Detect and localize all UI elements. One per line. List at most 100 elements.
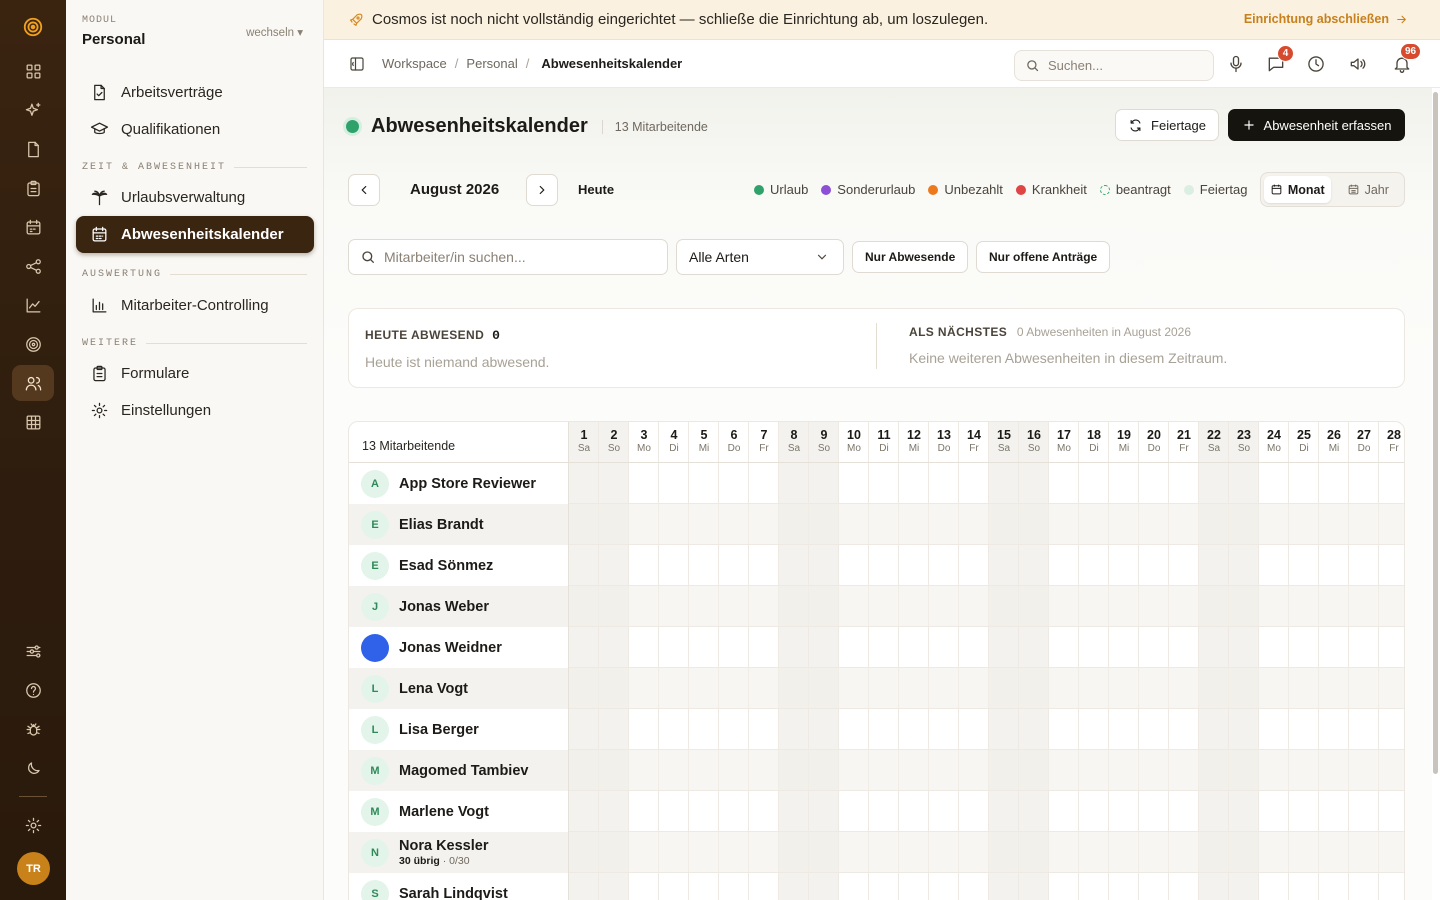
employee-cell[interactable]: A App Store Reviewer bbox=[349, 463, 569, 504]
employee-name-text: Marlene Vogt bbox=[399, 803, 489, 820]
employee-cell[interactable]: M Marlene Vogt bbox=[349, 791, 569, 832]
employee-name: App Store Reviewer bbox=[399, 476, 536, 492]
weekday-label: Sa bbox=[787, 443, 801, 454]
moon-icon[interactable] bbox=[12, 750, 54, 786]
sidebar-item-arbeitsvertraege[interactable]: Arbeitsverträge bbox=[76, 74, 314, 111]
day-header: 21 Fr bbox=[1169, 422, 1199, 463]
sidebar-item-mitarbeiter-controlling[interactable]: Mitarbeiter-Controlling bbox=[76, 287, 314, 324]
history-icon[interactable] bbox=[1306, 54, 1326, 74]
employee-avatar: S bbox=[361, 879, 389, 900]
today-absent-text: Heute ist niemand abwesend. bbox=[365, 354, 550, 370]
clipboard-icon[interactable] bbox=[12, 170, 54, 206]
weekday-label: Fr bbox=[1389, 443, 1399, 454]
global-search-input[interactable]: Suchen... bbox=[1014, 50, 1214, 81]
user-avatar[interactable]: TR bbox=[17, 852, 50, 885]
rocket-icon bbox=[350, 13, 363, 26]
employee-search-placeholder: Mitarbeiter/in suchen... bbox=[384, 249, 526, 265]
employee-cell[interactable]: S Sarah Lindqvist bbox=[349, 873, 569, 900]
grid-icon[interactable] bbox=[12, 53, 54, 89]
gear-icon[interactable] bbox=[12, 807, 54, 843]
employee-avatar bbox=[361, 633, 389, 662]
employee-row[interactable]: L Lena Vogt bbox=[349, 668, 1404, 709]
day-header: 23 So bbox=[1229, 422, 1259, 463]
employee-row[interactable]: S Sarah Lindqvist bbox=[349, 873, 1404, 900]
module-switch-button[interactable]: wechseln ▾ bbox=[246, 25, 303, 39]
bug-icon[interactable] bbox=[12, 711, 54, 747]
employee-row[interactable]: L Lisa Berger bbox=[349, 709, 1404, 750]
calendar-icon[interactable] bbox=[12, 209, 54, 245]
filter-only-absent-button[interactable]: Nur Abwesende bbox=[852, 241, 969, 273]
microphone-icon[interactable] bbox=[1226, 54, 1246, 74]
weekday-label: Mo bbox=[847, 443, 861, 454]
main-scrollbar[interactable] bbox=[1433, 92, 1438, 774]
share-icon[interactable] bbox=[12, 248, 54, 284]
sidebar-item-urlaubsverwaltung[interactable]: Urlaubsverwaltung bbox=[76, 179, 314, 216]
employee-search-input[interactable]: Mitarbeiter/in suchen... bbox=[348, 239, 668, 275]
today-absent-label: HEUTE ABWESEND bbox=[365, 328, 485, 342]
top-bar: Workspace / Personal / Abwesenheitskalen… bbox=[324, 40, 1440, 88]
main-content: Abwesenheitskalender 13 Mitarbeitende Fe… bbox=[324, 88, 1432, 900]
sidebar-item-qualifikationen[interactable]: Qualifikationen bbox=[76, 111, 314, 148]
employee-cell[interactable]: M Magomed Tambiev bbox=[349, 750, 569, 791]
day-header: 4 Di bbox=[659, 422, 689, 463]
contract-icon bbox=[94, 84, 105, 101]
employee-row[interactable]: E Esad Sönmez bbox=[349, 545, 1404, 586]
legend-label: Krankheit bbox=[1031, 182, 1087, 197]
radar-icon[interactable] bbox=[12, 326, 54, 362]
employee-row[interactable]: M Marlene Vogt bbox=[349, 791, 1404, 832]
view-month-button[interactable]: Monat bbox=[1264, 176, 1331, 203]
document-icon[interactable] bbox=[12, 131, 54, 167]
employee-cell[interactable]: L Lisa Berger bbox=[349, 709, 569, 750]
employee-row[interactable]: E Elias Brandt bbox=[349, 504, 1404, 545]
arrow-right-icon bbox=[1397, 15, 1407, 23]
employee-row[interactable]: M Magomed Tambiev bbox=[349, 750, 1404, 791]
employee-row[interactable]: A App Store Reviewer bbox=[349, 463, 1404, 504]
view-year-button[interactable]: Jahr bbox=[1335, 176, 1402, 203]
employee-cell[interactable]: J Jonas Weber bbox=[349, 586, 569, 627]
add-absence-button[interactable]: Abwesenheit erfassen bbox=[1228, 109, 1405, 141]
employee-row[interactable]: N Nora Kessler 30 übrig · 0/30 bbox=[349, 832, 1404, 873]
day-header: 19 Mi bbox=[1109, 422, 1139, 463]
breadcrumb-workspace[interactable]: Workspace bbox=[382, 56, 447, 71]
absence-legend: Urlaub Sonderurlaub Unbezahlt Krankheit … bbox=[754, 182, 1247, 197]
absence-summary-card: HEUTE ABWESEND 0 Heute ist niemand abwese… bbox=[348, 308, 1405, 388]
absence-type-select[interactable]: Alle Arten bbox=[676, 239, 844, 275]
employee-cell[interactable]: N Nora Kessler 30 übrig · 0/30 bbox=[349, 832, 569, 873]
employee-row[interactable]: Jonas Weidner bbox=[349, 627, 1404, 668]
day-number: 27 bbox=[1357, 428, 1371, 442]
employee-cell[interactable]: E Esad Sönmez bbox=[349, 545, 569, 586]
employee-avatar: E bbox=[361, 551, 389, 580]
announcement-icon[interactable] bbox=[1348, 54, 1368, 74]
status-dot bbox=[346, 120, 359, 133]
sidebar-toggle-icon[interactable] bbox=[348, 55, 368, 75]
chart-icon[interactable] bbox=[12, 287, 54, 323]
sliders-icon[interactable] bbox=[12, 633, 54, 669]
next-month-button[interactable] bbox=[526, 174, 558, 206]
weekday-label: Mi bbox=[698, 443, 710, 454]
legend-label: Urlaub bbox=[770, 182, 809, 197]
employee-cell[interactable]: L Lena Vogt bbox=[349, 668, 569, 709]
day-number: 18 bbox=[1087, 428, 1101, 442]
sparkle-icon[interactable] bbox=[12, 92, 54, 128]
legend-label: Feiertag bbox=[1199, 182, 1248, 197]
day-number: 2 bbox=[610, 428, 618, 442]
users-icon[interactable] bbox=[12, 365, 54, 401]
sidebar-item-formulare[interactable]: Formulare bbox=[76, 355, 314, 392]
weekday-label: Do bbox=[1357, 443, 1371, 454]
filter-open-requests-button[interactable]: Nur offene Anträge bbox=[976, 241, 1111, 273]
employee-cell[interactable]: E Elias Brandt bbox=[349, 504, 569, 545]
help-icon[interactable] bbox=[12, 672, 54, 708]
breadcrumb-personal[interactable]: Personal bbox=[466, 56, 517, 71]
finish-setup-link[interactable]: Einrichtung abschließen bbox=[1244, 12, 1408, 26]
previous-month-button[interactable] bbox=[348, 174, 380, 206]
employee-row[interactable]: J Jonas Weber bbox=[349, 586, 1404, 627]
sidebar-item-abwesenheitskalender[interactable]: Abwesenheitskalender bbox=[76, 216, 314, 253]
day-number: 12 bbox=[907, 428, 921, 442]
clipboard-icon bbox=[93, 365, 106, 382]
today-button[interactable]: Heute bbox=[578, 182, 614, 197]
holidays-button[interactable]: Feiertage bbox=[1115, 109, 1219, 141]
table-icon[interactable] bbox=[12, 404, 54, 440]
employee-cell[interactable]: Jonas Weidner bbox=[349, 627, 569, 668]
sidebar-item-einstellungen[interactable]: Einstellungen bbox=[76, 392, 314, 429]
target-logo-icon[interactable] bbox=[12, 9, 54, 45]
